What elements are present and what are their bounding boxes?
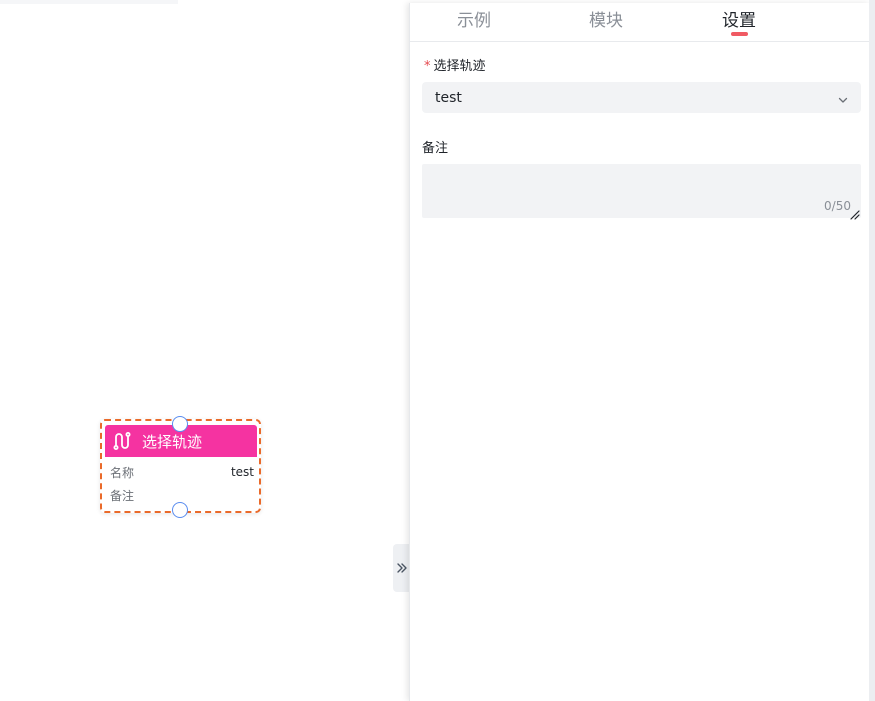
double-chevron-right-icon: [396, 559, 408, 578]
window-scrollbar-edge: [869, 0, 875, 701]
panel-collapse-button[interactable]: [393, 544, 410, 592]
node-input-port[interactable]: [172, 416, 188, 432]
node-title: 选择轨迹: [142, 432, 203, 451]
remark-field-label: 备注: [422, 141, 449, 156]
node-output-port[interactable]: [172, 502, 188, 518]
route-icon: [111, 430, 133, 452]
remark-textarea[interactable]: 0/50: [422, 164, 861, 220]
tab-examples[interactable]: 示例: [457, 6, 491, 31]
active-tab-indicator: [731, 32, 748, 36]
resize-grip-icon[interactable]: [848, 205, 860, 220]
node-row-key: 备注: [110, 488, 135, 503]
node-row-name: 名称 test: [110, 463, 254, 481]
canvas-toolbar-strip: [0, 0, 178, 4]
required-mark: *: [424, 59, 431, 74]
track-label-text: 选择轨迹: [433, 59, 486, 74]
chevron-down-icon: [837, 91, 849, 103]
tab-modules[interactable]: 模块: [589, 6, 623, 31]
track-select[interactable]: test: [422, 82, 861, 113]
settings-panel: 示例 模块 设置 * 选择轨迹 test 备注 0/50: [409, 3, 870, 701]
track-field-label: * 选择轨迹: [424, 55, 486, 74]
node-row-value: test: [230, 465, 254, 479]
panel-tabs: 示例 模块 设置: [410, 3, 870, 42]
flow-node-select-track[interactable]: 选择轨迹 名称 test 备注: [100, 419, 261, 513]
node-row-key: 名称: [110, 465, 135, 480]
track-select-value: test: [435, 89, 462, 106]
remark-char-count: 0/50: [824, 199, 851, 213]
flow-canvas[interactable]: 选择轨迹 名称 test 备注: [0, 0, 408, 701]
tab-settings[interactable]: 设置: [722, 6, 756, 31]
